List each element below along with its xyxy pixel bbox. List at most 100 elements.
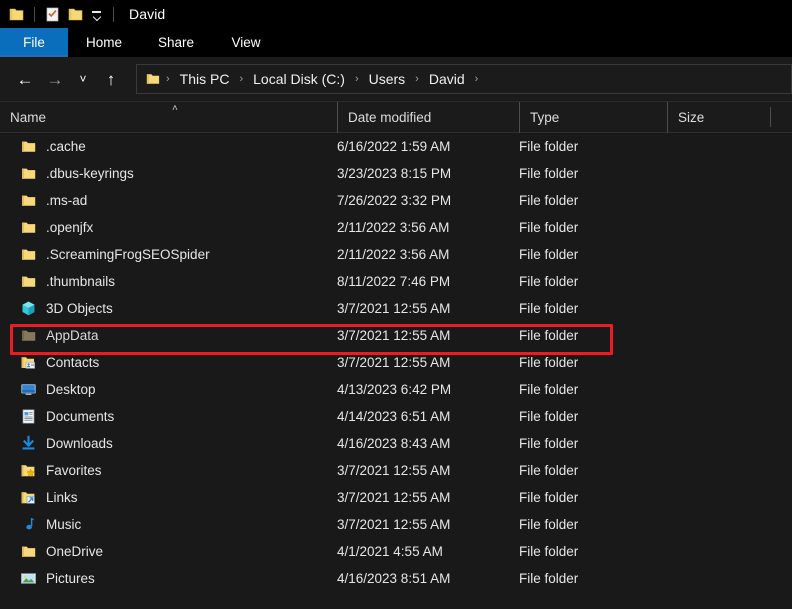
column-header-row: Name ˄ Date modified Type Size (0, 101, 792, 133)
file-name-label: .dbus-keyrings (46, 166, 134, 181)
breadcrumb-users[interactable]: Users (363, 71, 412, 87)
file-name-label: 3D Objects (46, 301, 113, 316)
file-type-cell: File folder (519, 571, 579, 586)
recent-locations-button[interactable]: ˅ (70, 64, 96, 94)
up-button[interactable]: ↑ (96, 64, 126, 94)
table-row[interactable]: 3D Objects 3/7/2021 12:55 AM File folder (0, 295, 792, 322)
address-bar[interactable]: › This PC › Local Disk (C:) › Users › Da… (136, 64, 792, 94)
file-name-cell[interactable]: Downloads (0, 435, 337, 452)
breadcrumb-separator[interactable]: › (473, 73, 481, 85)
column-header-name-label: Name (10, 109, 47, 125)
table-row[interactable]: .openjfx 2/11/2022 3:56 AM File folder (0, 214, 792, 241)
folder-icon (20, 192, 37, 209)
breadcrumb-david[interactable]: David (423, 71, 471, 87)
file-name-label: .ms-ad (46, 193, 88, 208)
file-name-label: .cache (46, 139, 86, 154)
file-name-cell[interactable]: OneDrive (0, 543, 337, 560)
tab-home[interactable]: Home (68, 28, 140, 57)
properties-icon[interactable] (44, 6, 61, 23)
folder-icon[interactable] (8, 6, 25, 23)
tab-file[interactable]: File (0, 28, 68, 57)
file-date-modified-cell: 4/13/2023 6:42 PM (337, 382, 452, 397)
folder-icon (20, 219, 37, 236)
file-name-cell[interactable]: Favorites (0, 462, 337, 479)
back-button[interactable]: ← (10, 64, 40, 94)
file-type-cell: File folder (519, 220, 579, 235)
file-type-cell: File folder (519, 328, 579, 343)
column-header-date-label: Date modified (348, 109, 432, 125)
tab-view[interactable]: View (212, 28, 280, 57)
breadcrumb-separator[interactable]: › (353, 73, 361, 85)
file-name-cell[interactable]: .cache (0, 138, 337, 155)
favorites-folder-icon (20, 462, 37, 479)
table-row[interactable]: Desktop 4/13/2023 6:42 PM File folder (0, 376, 792, 403)
table-row[interactable]: Documents 4/14/2023 6:51 AM File folder (0, 403, 792, 430)
table-row[interactable]: AppData 3/7/2021 12:55 AM File folder (0, 322, 792, 349)
file-type-cell: File folder (519, 382, 579, 397)
file-name-label: Desktop (46, 382, 96, 397)
file-date-modified-cell: 4/16/2023 8:43 AM (337, 436, 451, 451)
table-row[interactable]: .dbus-keyrings 3/23/2023 8:15 PM File fold… (0, 160, 792, 187)
file-name-label: .ScreamingFrogSEOSpider (46, 247, 210, 262)
tab-share[interactable]: Share (140, 28, 212, 57)
column-header-date-modified[interactable]: Date modified (337, 101, 519, 133)
breadcrumb-local-disk[interactable]: Local Disk (C:) (247, 71, 351, 87)
table-row[interactable]: Downloads 4/16/2023 8:43 AM File folder (0, 430, 792, 457)
file-name-cell[interactable]: Documents (0, 408, 337, 425)
file-type-cell: File folder (519, 274, 579, 289)
column-header-size[interactable]: Size (667, 101, 769, 133)
table-row[interactable]: .cache 6/16/2022 1:59 AM File folder (0, 133, 792, 160)
breadcrumb-separator[interactable]: › (237, 73, 245, 85)
file-name-cell[interactable]: .ms-ad (0, 192, 337, 209)
table-row[interactable]: Music 3/7/2021 12:55 AM File folder (0, 511, 792, 538)
file-type-cell: File folder (519, 301, 579, 316)
breadcrumb-this-pc[interactable]: This PC (174, 71, 236, 87)
chevron-down-icon: ˅ (79, 72, 87, 86)
sort-ascending-icon: ˄ (172, 102, 178, 114)
chevron-down-icon[interactable] (90, 7, 104, 21)
file-date-modified-cell: 8/11/2022 7:46 PM (337, 274, 451, 289)
new-folder-icon[interactable] (67, 6, 84, 23)
column-header-type-label: Type (530, 109, 560, 125)
table-row[interactable]: .thumbnails 8/11/2022 7:46 PM File folder (0, 268, 792, 295)
folder-icon (145, 71, 162, 88)
file-name-cell[interactable]: .dbus-keyrings (0, 165, 337, 182)
file-type-cell: File folder (519, 247, 579, 262)
table-row[interactable]: .ms-ad 7/26/2022 3:32 PM File folder (0, 187, 792, 214)
file-type-cell: File folder (519, 166, 579, 181)
column-header-name[interactable]: Name ˄ (0, 102, 337, 133)
file-date-modified-cell: 6/16/2022 1:59 AM (337, 139, 451, 154)
file-name-cell[interactable]: Contacts (0, 354, 337, 371)
back-arrow-icon: ← (16, 69, 34, 89)
forward-arrow-icon: → (46, 69, 64, 89)
file-name-cell[interactable]: Desktop (0, 381, 337, 398)
table-row[interactable]: Favorites 3/7/2021 12:55 AM File folder (0, 457, 792, 484)
file-name-cell[interactable]: Music (0, 516, 337, 533)
file-name-label: Links (46, 490, 78, 505)
file-date-modified-cell: 2/11/2022 3:56 AM (337, 220, 450, 235)
tab-home-label: Home (86, 35, 123, 50)
table-row[interactable]: Pictures 4/16/2023 8:51 AM File folder (0, 565, 792, 592)
table-row[interactable]: OneDrive 4/1/2021 4:55 AM File folder (0, 538, 792, 565)
column-header-type[interactable]: Type (519, 101, 667, 133)
file-name-cell[interactable]: Links (0, 489, 337, 506)
breadcrumb-separator[interactable]: › (413, 73, 421, 85)
file-name-cell[interactable]: 3D Objects (0, 300, 337, 317)
file-date-modified-cell: 7/26/2022 3:32 PM (337, 193, 452, 208)
file-name-cell[interactable]: AppData (0, 327, 337, 344)
file-name-cell[interactable]: .thumbnails (0, 273, 337, 290)
table-row[interactable]: .ScreamingFrogSEOSpider 2/11/2022 3:56 AM… (0, 241, 792, 268)
forward-button[interactable]: → (40, 64, 70, 94)
file-name-label: .openjfx (46, 220, 94, 235)
table-row[interactable]: Links 3/7/2021 12:55 AM File folder (0, 484, 792, 511)
column-divider-end[interactable] (770, 107, 771, 127)
file-date-modified-cell: 2/11/2022 3:56 AM (337, 247, 450, 262)
table-row[interactable]: Contacts 3/7/2021 12:55 AM File folder (0, 349, 792, 376)
file-name-cell[interactable]: Pictures (0, 570, 337, 587)
file-name-cell[interactable]: .openjfx (0, 219, 337, 236)
file-name-label: Downloads (46, 436, 113, 451)
file-name-cell[interactable]: .ScreamingFrogSEOSpider (0, 246, 337, 263)
folder-icon (20, 273, 37, 290)
file-list[interactable]: .cache 6/16/2022 1:59 AM File folder .dbus-… (0, 133, 792, 592)
file-date-modified-cell: 3/7/2021 12:55 AM (337, 328, 451, 343)
